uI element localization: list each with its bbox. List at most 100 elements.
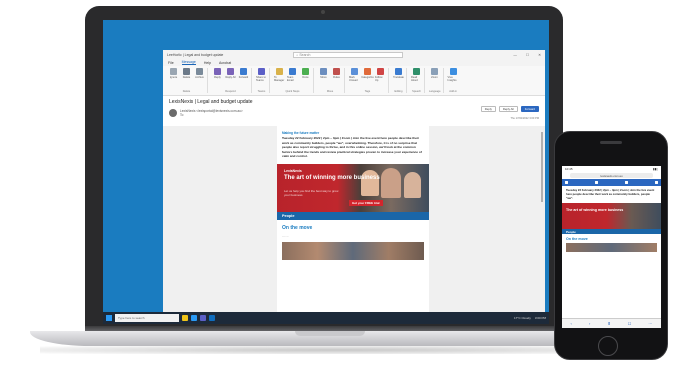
clock-text[interactable]: 3:00 PM (535, 316, 546, 320)
zoom-button[interactable]: Zoom (429, 68, 440, 79)
phone-mail-toolbar (562, 179, 661, 186)
menu-acrobat[interactable]: Acrobat (219, 61, 231, 65)
tabs-icon[interactable]: ☐ (628, 321, 632, 326)
to-manager-button[interactable]: To Manager (274, 68, 285, 82)
phone-promo-banner[interactable]: The art of winning more business (562, 203, 661, 230)
title-bar: LeeHorlic | Legal and budget update ⌕ Se… (163, 50, 545, 59)
webcam (321, 10, 325, 14)
back-icon[interactable] (565, 181, 568, 184)
ignore-button[interactable]: Ignore (168, 68, 179, 79)
title-search-box[interactable]: ⌕ Search (293, 51, 404, 58)
nav-forward-icon[interactable]: › (589, 321, 590, 326)
rules-icon (333, 68, 340, 75)
phone-time: 10:45 (565, 167, 573, 171)
mark-unread-button[interactable]: Mark Unread (349, 68, 360, 82)
categorize-button[interactable]: Categorize (361, 68, 374, 82)
ignore-label: Ignore (169, 76, 178, 79)
menu-help[interactable]: Help (204, 61, 211, 65)
group-label-speech: Speech (412, 90, 421, 93)
message-actions: Reply Reply All Forward (480, 106, 539, 112)
viva-insights-button[interactable]: Viva Insights (448, 68, 459, 82)
banner-person-image (361, 169, 379, 196)
email-paragraph: Tuesday 22 February 2022 | 2pm – 3pm | Z… (282, 136, 422, 159)
menu-icon[interactable]: ⋯ (648, 321, 652, 326)
close-button[interactable]: ✕ (538, 53, 541, 57)
phone-banner-headline: The art of winning more business (566, 208, 624, 213)
archive-icon[interactable] (595, 181, 598, 184)
speaker-icon (413, 68, 420, 75)
ribbon: Ignore Delete Archive Delete Reply Reply… (163, 66, 545, 96)
section-header: People (277, 211, 429, 220)
ribbon-group-move: Move Rules Move (316, 68, 345, 93)
phone-url-bar[interactable]: lexisnexis.com.au (570, 173, 653, 178)
phone-photo-strip[interactable] (566, 243, 657, 253)
file-explorer-icon[interactable] (182, 315, 188, 321)
minimize-button[interactable]: — (513, 53, 517, 57)
done-button[interactable]: Done (300, 68, 311, 82)
scrollbar[interactable] (541, 132, 543, 202)
quickstep-icon (276, 68, 283, 75)
reply-button[interactable]: Reply (212, 68, 223, 79)
phone-screen: 10:45 ▮▮▯ lexisnexis.com.au Tuesday 22 F… (562, 166, 661, 328)
menu-message[interactable]: Message (181, 60, 196, 65)
separator-dots: ...... (282, 232, 289, 238)
rules-button[interactable]: Rules (331, 68, 342, 79)
delete-icon[interactable] (625, 181, 628, 184)
laptop-notch (295, 331, 365, 336)
follow-up-label: Follow Up (375, 76, 383, 82)
group-label-quick-steps: Quick Steps (285, 90, 300, 93)
home-button[interactable] (598, 336, 618, 356)
header-reply-all-button[interactable]: Reply All (498, 106, 518, 112)
message-header: LexisNexis | Legal and budget update Lex… (163, 96, 545, 126)
promo-banner[interactable]: LexisNexis The art of winning more busin… (277, 163, 429, 212)
taskbar: Type here to search 17°C Cloudy 3:00 PM (103, 312, 549, 324)
archive-label: Archive (195, 76, 204, 79)
more-icon[interactable] (655, 181, 658, 184)
header-reply-button[interactable]: Reply (480, 106, 496, 112)
translate-button[interactable]: Translate (393, 68, 404, 79)
zoom-label: Zoom (431, 76, 438, 79)
sender-address[interactable]: LexisNexis <lexisportal@lexisnexis.com.a… (180, 109, 243, 113)
share-teams-label: Share to Teams (256, 76, 266, 82)
menu-file[interactable]: File (168, 61, 174, 65)
share-teams-button[interactable]: Share to Teams (256, 68, 267, 82)
windows-start-icon[interactable] (106, 315, 112, 321)
move-label: Move (320, 76, 327, 79)
move-button[interactable]: Move (318, 68, 329, 79)
archive-icon (196, 68, 203, 75)
edge-icon[interactable] (191, 315, 197, 321)
flag-icon (377, 68, 384, 75)
message-date: Thu 17/02/2022 3:00 PM (510, 117, 539, 120)
teams-taskbar-icon[interactable] (200, 315, 206, 321)
forward-button[interactable]: Forward (238, 68, 249, 79)
people-photo-strip[interactable] (282, 241, 424, 260)
team-email-button[interactable]: Team Email (287, 68, 298, 82)
read-aloud-button[interactable]: Read Aloud (411, 68, 422, 82)
taskbar-search[interactable]: Type here to search (115, 314, 179, 322)
team-email-icon (289, 68, 296, 75)
ignore-icon (170, 68, 177, 75)
email-heading[interactable]: Making the future matter (282, 131, 424, 135)
viva-insights-label: Viva Insights (447, 76, 457, 82)
categorize-icon (364, 68, 371, 75)
banner-person-image (404, 171, 421, 198)
share-icon[interactable]: ⬆ (607, 321, 610, 326)
follow-up-button[interactable]: Follow Up (375, 68, 386, 82)
header-forward-button[interactable]: Forward (520, 106, 539, 112)
phone-email-text: Tuesday 22 February 2022 | 2pm – 3pm | Z… (566, 188, 655, 200)
group-label-editing: Editing (394, 90, 403, 93)
archive-button[interactable]: Archive (194, 68, 205, 79)
ribbon-group-delete: Ignore Delete Archive Delete (166, 68, 208, 93)
weather-text[interactable]: 17°C Cloudy (514, 316, 531, 320)
avatar (169, 109, 177, 117)
reply-icon (214, 68, 221, 75)
banner-cta-button[interactable]: Get your FREE trial (349, 199, 383, 206)
reply-all-button[interactable]: Reply All (225, 68, 236, 79)
maximize-button[interactable]: ☐ (526, 53, 529, 57)
nav-back-icon[interactable]: ‹ (571, 321, 572, 326)
group-label-language: Language (429, 90, 441, 93)
outlook-taskbar-icon[interactable] (209, 315, 215, 321)
delete-button[interactable]: Delete (181, 68, 192, 79)
group-label-move: Move (326, 90, 334, 93)
phone-speaker (600, 141, 622, 144)
